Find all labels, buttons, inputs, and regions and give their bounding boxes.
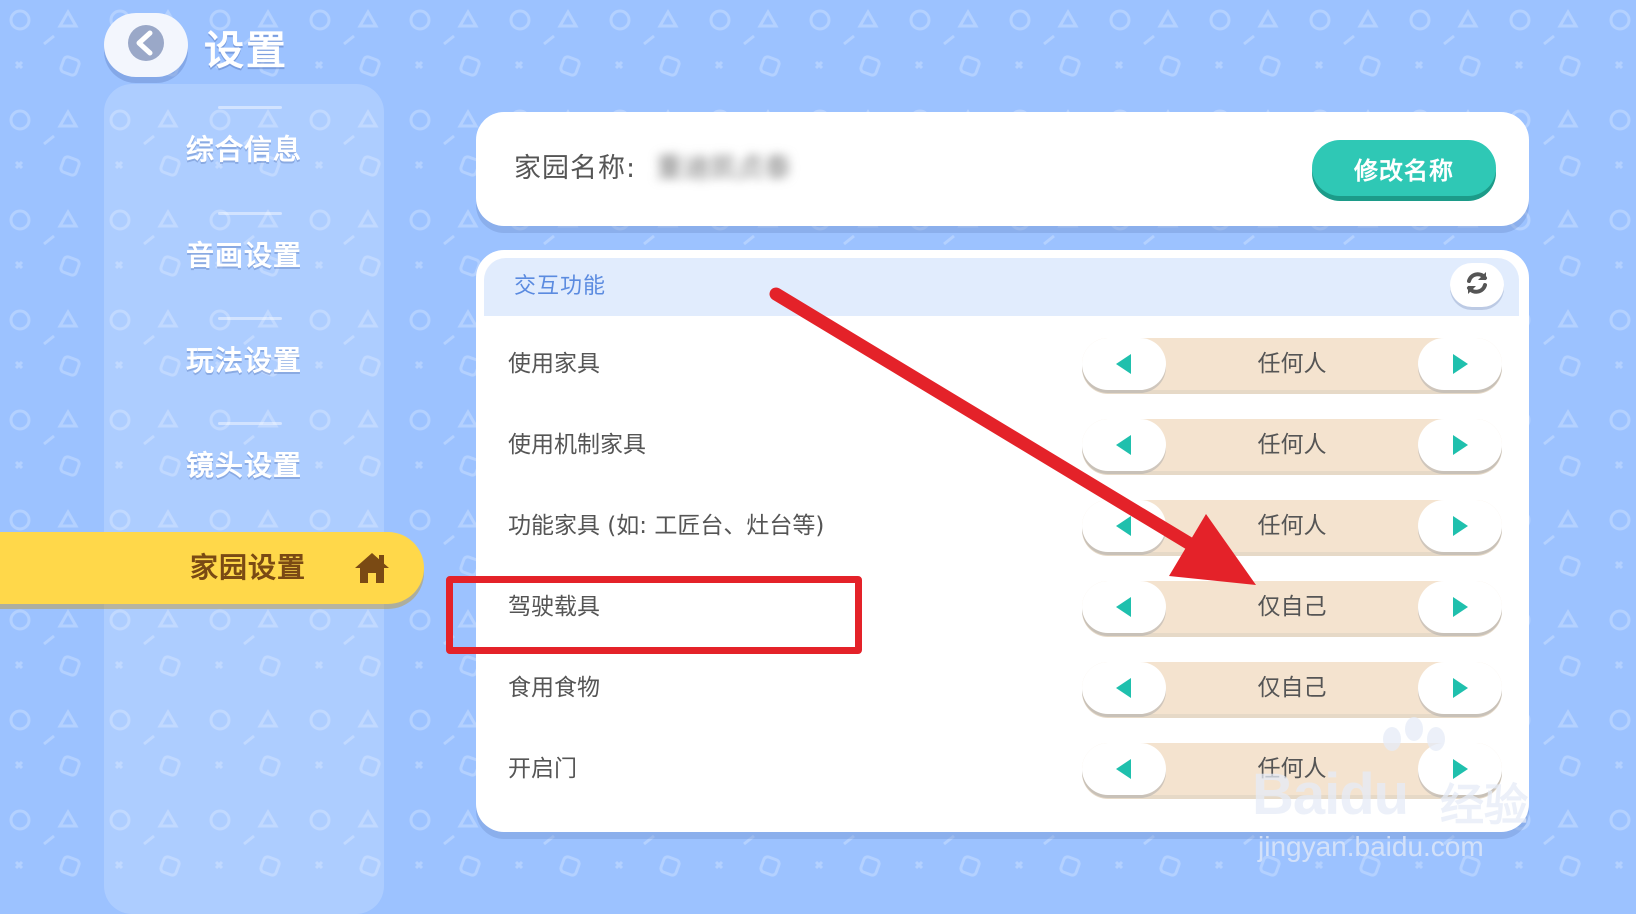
watermark-url: jingyan.baidu.com (1258, 831, 1484, 862)
setting-row-functional-furniture: 功能家具 (如: 工匠台、灶台等) 任何人 (476, 494, 1529, 558)
sidebar-item-gameplay[interactable]: 玩法设置 (104, 329, 384, 389)
setting-row-use-furniture: 使用家具 任何人 (476, 332, 1529, 396)
back-button[interactable] (104, 13, 188, 77)
setting-row-use-mechanism-furniture: 使用机制家具 任何人 (476, 413, 1529, 477)
watermark-brand-cn: 经验 (1440, 780, 1528, 831)
stepper-value: 任何人 (1257, 351, 1327, 377)
sidebar-item-audio-video[interactable]: 音画设置 (104, 224, 384, 284)
next-option-button[interactable] (1418, 581, 1502, 633)
sidebar: 综合信息 音画设置 玩法设置 镜头设置 (104, 84, 384, 914)
sidebar-item-general-info[interactable]: 综合信息 (104, 118, 384, 178)
next-option-button[interactable] (1418, 662, 1502, 714)
sidebar-divider (218, 212, 282, 215)
permission-stepper: 仅自己 (1082, 662, 1502, 714)
permission-stepper: 任何人 (1082, 500, 1502, 552)
triangle-left-icon (1116, 597, 1131, 617)
rename-button[interactable]: 修改名称 (1312, 140, 1496, 196)
triangle-left-icon (1116, 354, 1131, 374)
refresh-button[interactable] (1450, 263, 1504, 307)
next-option-button[interactable] (1418, 500, 1502, 552)
home-name-card: 家园名称: 重迪凯贞泰 修改名称 (476, 112, 1529, 226)
refresh-icon (1462, 268, 1492, 302)
triangle-right-icon (1453, 516, 1468, 536)
sidebar-item-label: 家园设置 (190, 551, 307, 584)
previous-option-button[interactable] (1082, 743, 1166, 795)
section-header: 交互功能 (484, 258, 1519, 316)
sidebar-item-camera[interactable]: 镜头设置 (104, 434, 384, 494)
permission-stepper: 任何人 (1082, 338, 1502, 390)
triangle-left-icon (1116, 516, 1131, 536)
permission-stepper: 仅自己 (1082, 581, 1502, 633)
sidebar-item-home-settings[interactable]: 家园设置 (0, 532, 424, 604)
stepper-value: 仅自己 (1257, 675, 1327, 701)
triangle-left-icon (1116, 759, 1131, 779)
previous-option-button[interactable] (1082, 338, 1166, 390)
row-label: 使用机制家具 (508, 432, 646, 458)
stepper-value: 任何人 (1257, 432, 1327, 458)
chevron-left-icon (126, 23, 166, 67)
row-label: 功能家具 (如: 工匠台、灶台等) (508, 513, 825, 539)
section-title: 交互功能 (514, 274, 607, 299)
previous-option-button[interactable] (1082, 581, 1166, 633)
previous-option-button[interactable] (1082, 662, 1166, 714)
home-icon (353, 549, 391, 587)
home-name-label: 家园名称: (514, 153, 637, 184)
triangle-left-icon (1116, 678, 1131, 698)
home-name-value: 重迪凯贞泰 (656, 153, 791, 184)
row-label: 开启门 (508, 756, 577, 782)
triangle-left-icon (1116, 435, 1131, 455)
stepper-value: 仅自己 (1257, 594, 1327, 620)
triangle-right-icon (1453, 678, 1468, 698)
sidebar-divider (218, 422, 282, 425)
annotation-highlight-box (446, 576, 862, 654)
stepper-value: 任何人 (1257, 513, 1327, 539)
next-option-button[interactable] (1418, 419, 1502, 471)
next-option-button[interactable] (1418, 338, 1502, 390)
permission-stepper: 任何人 (1082, 419, 1502, 471)
page-title: 设置 (204, 28, 288, 74)
sidebar-divider (218, 106, 282, 109)
watermark-brand: Baidu (1252, 762, 1409, 827)
watermark: Baidu 经验 jingyan.baidu.com (1252, 717, 1552, 867)
row-label: 使用家具 (508, 351, 600, 377)
previous-option-button[interactable] (1082, 419, 1166, 471)
previous-option-button[interactable] (1082, 500, 1166, 552)
triangle-right-icon (1453, 354, 1468, 374)
row-label: 食用食物 (508, 675, 600, 701)
sidebar-divider (218, 317, 282, 320)
triangle-right-icon (1453, 435, 1468, 455)
triangle-right-icon (1453, 597, 1468, 617)
setting-row-eat-food: 食用食物 仅自己 (476, 656, 1529, 720)
